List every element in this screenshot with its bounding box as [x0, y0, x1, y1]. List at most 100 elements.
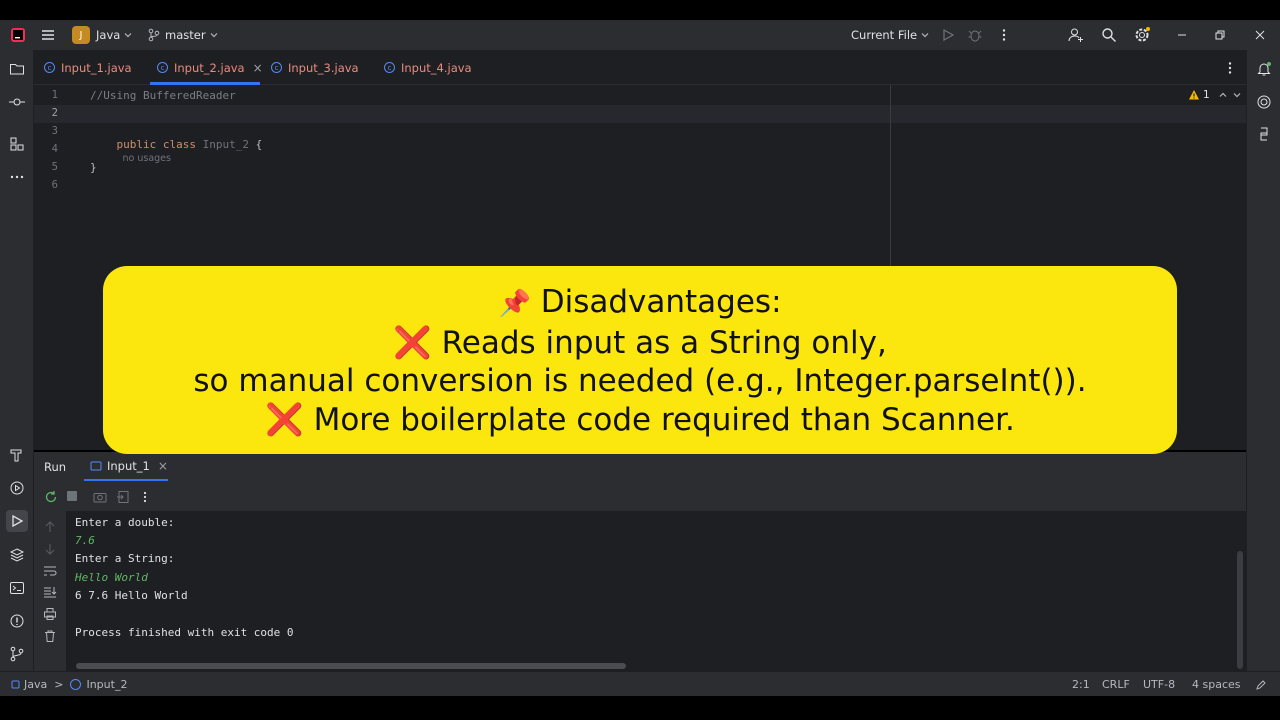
trash-icon[interactable]: [43, 628, 57, 647]
close-icon[interactable]: [1254, 20, 1266, 50]
chevron-down-icon: [124, 33, 132, 38]
readonly-lock-icon[interactable]: [1255, 672, 1267, 697]
run-config-selector[interactable]: Current File: [851, 20, 930, 50]
tab-label: Input_4.java: [401, 60, 472, 75]
run-tab-close-icon[interactable]: ×: [158, 459, 168, 473]
class-icon: c: [44, 62, 55, 73]
add-user-icon[interactable]: [1068, 20, 1084, 50]
class-icon: [70, 679, 82, 690]
console-line: 6 7.6 Hello World: [75, 589, 188, 602]
console-tab-icon: [90, 461, 102, 470]
scroll-to-end-icon[interactable]: [43, 584, 57, 603]
commit-icon[interactable]: [8, 93, 26, 111]
module-icon: [11, 680, 20, 689]
arrow-up-icon[interactable]: [43, 519, 57, 538]
chevron-down-icon[interactable]: [1232, 90, 1242, 100]
soft-wrap-icon[interactable]: [43, 563, 57, 582]
keyword-class: class: [162, 138, 196, 151]
line-number: 1: [51, 89, 58, 101]
close-brace: }: [90, 161, 97, 174]
breadcrumb-separator: >: [54, 678, 64, 691]
terminal-icon[interactable]: [8, 579, 26, 597]
warning-icon: [1189, 90, 1199, 100]
disadvantages-banner: 📌 Disadvantages: ❌ Reads input as a Stri…: [103, 266, 1177, 454]
right-tool-strip: [1246, 50, 1280, 671]
left-tool-strip: [0, 50, 34, 671]
ide-logo-icon[interactable]: [10, 20, 26, 50]
restore-icon[interactable]: [1214, 20, 1226, 50]
version-control-icon[interactable]: [8, 645, 26, 663]
tab-input-3[interactable]: c Input_3.java: [271, 50, 359, 85]
line-number: 6: [51, 179, 58, 191]
class-icon: c: [157, 62, 168, 73]
cross-mark-icon: ❌: [393, 324, 432, 361]
branch-selector[interactable]: master: [148, 20, 219, 50]
run-side-toolbar: [34, 511, 66, 671]
screenshot-icon[interactable]: [93, 489, 107, 508]
build-hammer-icon[interactable]: [8, 446, 26, 464]
tab-input-4[interactable]: c Input_4.java: [384, 50, 472, 85]
more-options-icon[interactable]: [138, 489, 152, 508]
class-name: Input_2: [202, 138, 249, 151]
project-folder-icon[interactable]: [8, 60, 26, 78]
open-brace: {: [255, 138, 263, 151]
run-console[interactable]: Enter a double: 7.6 Enter a String: Hell…: [66, 511, 1246, 671]
more-tools-icon[interactable]: [8, 168, 26, 186]
tab-options-icon[interactable]: [1222, 50, 1238, 85]
arrow-down-icon[interactable]: [43, 541, 57, 560]
console-user-input: 7.6: [75, 534, 95, 547]
console-exit-message: Process finished with exit code 0: [75, 626, 294, 639]
banner-point-1-text: Reads input as a String only,: [441, 324, 887, 361]
line-number: 4: [51, 143, 58, 155]
run-tab-input-1[interactable]: Input_1 ×: [84, 452, 168, 481]
restore-layout-icon[interactable]: [116, 489, 130, 508]
keyword-public: public: [116, 138, 157, 151]
tab-input-2[interactable]: c Input_2.java ×: [157, 50, 263, 85]
run-config-label: Current File: [851, 28, 918, 42]
run-tool-icon[interactable]: [6, 510, 28, 532]
indent-setting[interactable]: 4 spaces: [1192, 672, 1241, 697]
banner-point-1: ❌ Reads input as a String only,: [103, 324, 1177, 363]
code-class-declaration: public class Input_2 { no usages: [90, 125, 263, 177]
caret-position[interactable]: 2:1: [1072, 672, 1090, 697]
project-name: Java: [96, 28, 121, 42]
file-encoding[interactable]: UTF-8: [1143, 672, 1175, 697]
tab-close-icon[interactable]: ×: [253, 61, 263, 75]
python-console-icon[interactable]: [1255, 125, 1273, 143]
usages-hint[interactable]: no usages: [123, 153, 171, 164]
tab-input-1[interactable]: c Input_1.java: [44, 50, 132, 85]
minimize-icon[interactable]: [1176, 20, 1188, 50]
notifications-bell-icon[interactable]: [1255, 60, 1273, 78]
more-actions-icon[interactable]: [996, 20, 1012, 50]
inspection-widget[interactable]: 1: [1188, 89, 1242, 101]
run-tab-label: Input_1: [107, 458, 150, 473]
debug-icon[interactable]: [967, 20, 983, 50]
breadcrumb-file[interactable]: Input_2: [86, 678, 127, 691]
vertical-scrollbar[interactable]: [1237, 551, 1243, 669]
status-bar: Java > Input_2 2:1 CRLF UTF-8 4 spaces: [0, 671, 1280, 696]
search-icon[interactable]: [1101, 20, 1117, 50]
settings-gear-icon[interactable]: [1134, 20, 1150, 50]
layers-icon[interactable]: [8, 546, 26, 564]
branch-name: master: [165, 28, 206, 42]
print-icon[interactable]: [43, 606, 57, 625]
console-line: Enter a double:: [75, 516, 175, 529]
main-menu-icon[interactable]: [40, 20, 56, 50]
chevron-up-icon[interactable]: [1218, 90, 1228, 100]
line-number: 2: [51, 107, 58, 119]
ai-assistant-icon[interactable]: [1255, 93, 1273, 111]
project-selector[interactable]: J Java: [72, 20, 133, 50]
line-ending[interactable]: CRLF: [1102, 672, 1130, 697]
rerun-icon[interactable]: [44, 489, 58, 508]
run-icon[interactable]: [940, 20, 956, 50]
console-user-input: Hello World: [75, 571, 148, 584]
stop-icon[interactable]: [67, 491, 77, 501]
structure-icon[interactable]: [8, 135, 26, 153]
class-icon: c: [384, 62, 395, 73]
tab-label: Input_1.java: [61, 60, 132, 75]
banner-point-1-continued: so manual conversion is needed (e.g., In…: [193, 363, 1087, 399]
problems-icon[interactable]: [8, 612, 26, 630]
services-icon[interactable]: [8, 479, 26, 497]
breadcrumb-project[interactable]: Java: [24, 678, 47, 691]
horizontal-scrollbar[interactable]: [76, 663, 626, 669]
